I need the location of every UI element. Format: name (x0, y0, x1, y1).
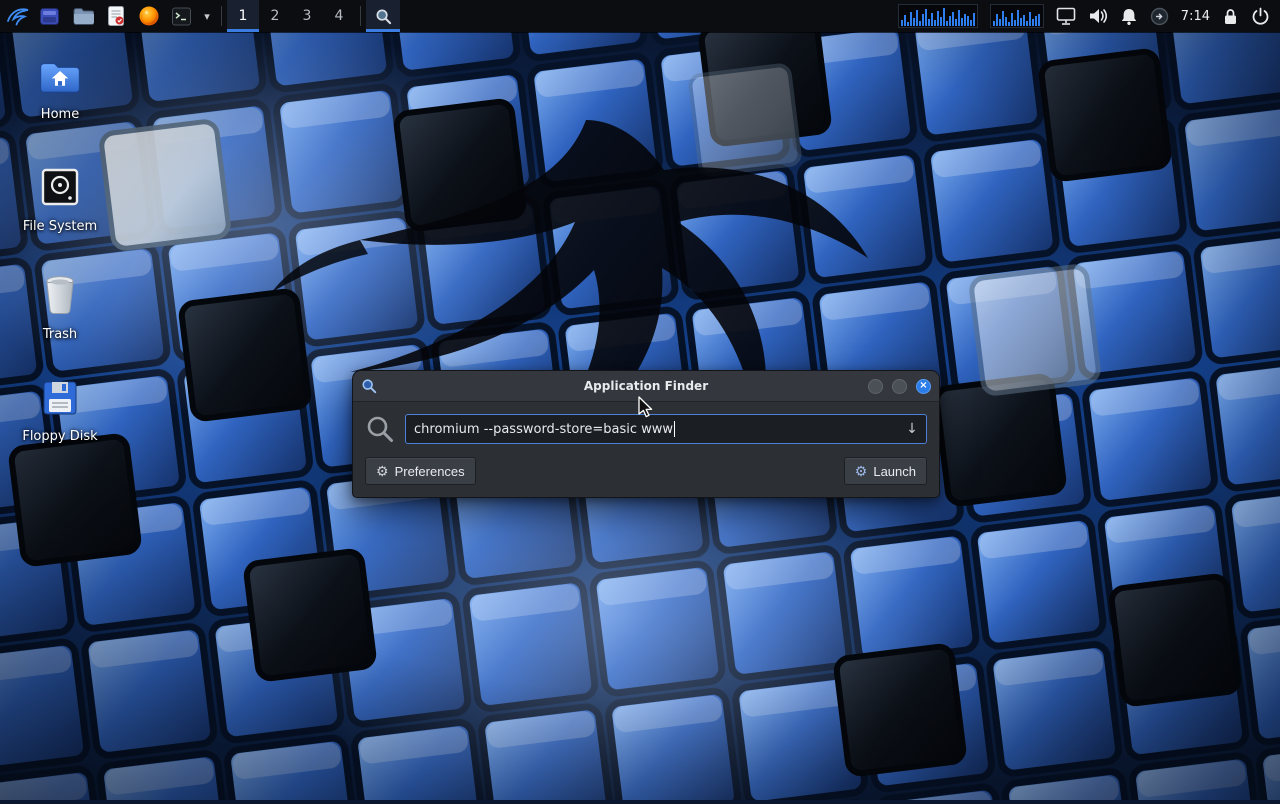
folder-icon (72, 6, 94, 26)
app-finder-task-icon (375, 8, 392, 25)
app-finder-window-icon (361, 378, 377, 394)
panel-tray: 7:14 (898, 0, 1280, 32)
power-icon (1251, 7, 1270, 26)
preferences-label: Preferences (395, 464, 465, 479)
network-graph[interactable] (990, 4, 1044, 28)
terminal-launcher[interactable] (165, 0, 198, 32)
command-text: chromium --password-store=basic www (414, 422, 673, 437)
text-caret (674, 421, 675, 437)
kali-logo-icon (5, 4, 29, 28)
top-panel: ▾ 1 2 3 4 (0, 0, 1280, 32)
dialog-body: chromium --password-store=basic www ↓ ⚙ … (353, 402, 939, 497)
desktop-icon-label: Floppy Disk (14, 430, 106, 444)
applications-menu-button[interactable] (0, 0, 33, 32)
minimize-button[interactable] (868, 379, 883, 394)
text-editor-launcher[interactable] (99, 0, 132, 32)
display-icon (1056, 7, 1076, 26)
panel-separator (221, 6, 222, 26)
volume-icon (1088, 7, 1108, 25)
workspace-3-label: 3 (303, 8, 312, 24)
lock-icon (1222, 7, 1239, 26)
desktop-icon-file-system[interactable]: File System (14, 166, 106, 234)
hard-drive-icon (39, 166, 81, 208)
desktop-icon-label: Trash (14, 328, 106, 342)
down-arrow-icon: ↓ (906, 421, 918, 437)
firefox-icon (138, 5, 160, 27)
logout-tray[interactable] (1251, 7, 1270, 26)
workspace-1[interactable]: 1 (227, 0, 259, 32)
status-circle-icon (1150, 7, 1169, 26)
workspace-4-label: 4 (335, 8, 344, 24)
home-folder-icon (38, 58, 82, 96)
text-editor-icon (106, 5, 126, 27)
panel-launchers: ▾ 1 2 3 4 (0, 0, 400, 32)
launcher-dropdown-button[interactable]: ▾ (198, 0, 216, 32)
launch-button[interactable]: ⚙ Launch (844, 457, 927, 485)
command-input[interactable]: chromium --password-store=basic www ↓ (405, 414, 927, 444)
search-icon (365, 414, 395, 444)
workspace-2-label: 2 (271, 8, 280, 24)
close-icon: × (919, 381, 927, 391)
status-tray[interactable] (1150, 7, 1169, 26)
firefox-launcher[interactable] (132, 0, 165, 32)
panel-separator (360, 6, 361, 26)
floppy-disk-icon (40, 378, 80, 418)
application-finder-window: Application Finder × chromium --password… (352, 370, 940, 498)
terminal-icon (171, 6, 192, 27)
workspace-1-label: 1 (239, 8, 248, 24)
clock[interactable]: 7:14 (1181, 9, 1210, 24)
launch-icon: ⚙ (855, 464, 868, 478)
button-row: ⚙ Preferences ⚙ Launch (365, 457, 927, 485)
files-app-launcher[interactable] (33, 0, 66, 32)
preferences-button[interactable]: ⚙ Preferences (365, 457, 476, 485)
history-dropdown-button[interactable]: ↓ (902, 415, 922, 443)
launch-label: Launch (873, 464, 916, 479)
display-settings-tray[interactable] (1056, 7, 1076, 26)
gear-icon: ⚙ (376, 464, 389, 478)
cpu-graph[interactable] (898, 4, 978, 28)
chevron-down-icon: ▾ (204, 10, 210, 23)
window-buttons: × (868, 379, 931, 394)
file-manager-launcher[interactable] (66, 0, 99, 32)
taskbar-application-finder[interactable] (366, 0, 400, 32)
desktop-icon-label: Home (14, 108, 106, 122)
desktop-icon-home[interactable]: Home (14, 58, 106, 122)
workspace-2[interactable]: 2 (259, 0, 291, 32)
trash-icon (40, 272, 80, 316)
desktop-icon-trash[interactable]: Trash (14, 272, 106, 342)
maximize-button[interactable] (892, 379, 907, 394)
desktop-icon-floppy-disk[interactable]: Floppy Disk (14, 378, 106, 444)
close-button[interactable]: × (916, 379, 931, 394)
titlebar[interactable]: Application Finder × (353, 371, 939, 402)
files-app-icon (39, 6, 60, 27)
lock-screen-tray[interactable] (1222, 7, 1239, 26)
notifications-tray[interactable] (1120, 7, 1138, 26)
workspace-3[interactable]: 3 (291, 0, 323, 32)
desktop-icon-label: File System (14, 220, 106, 234)
volume-tray[interactable] (1088, 7, 1108, 25)
bell-icon (1120, 7, 1138, 26)
workspace-4[interactable]: 4 (323, 0, 355, 32)
window-title: Application Finder (353, 379, 939, 393)
entry-row: chromium --password-store=basic www ↓ (365, 414, 927, 444)
